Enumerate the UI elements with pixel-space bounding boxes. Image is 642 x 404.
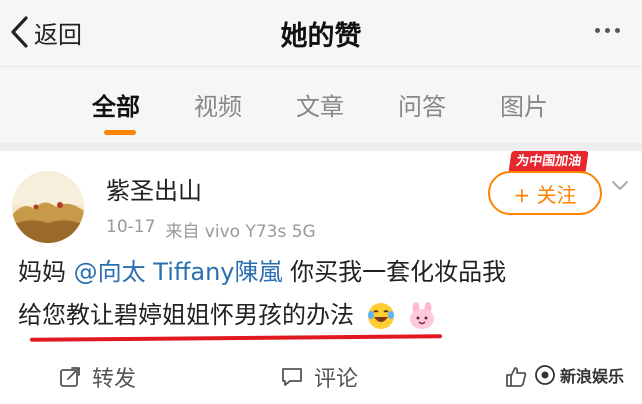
watermark-text: 新浪娱乐 [560,367,625,386]
share-icon [60,367,80,387]
comment-icon [282,368,302,386]
tab-articles[interactable]: 文章 [296,87,344,122]
repost-label: 转发 [92,367,137,392]
tab-images[interactable]: 图片 [500,87,548,122]
post-text-start: 妈妈 [18,258,74,286]
weibo-eye-logo-icon [535,365,555,385]
nav-header: 返回 她的赞 [0,0,642,67]
event-badge: 为中国加油 [508,151,589,173]
pink-bunny-emoji-icon [410,302,435,329]
avatar-image [12,171,84,243]
post-date: 10-17 [106,217,156,237]
thumbs-up-icon [506,367,527,387]
chevron-down-icon[interactable] [610,175,630,195]
post-text-line2: 给您教让碧婷姐姐怀男孩的办法 [18,301,354,329]
more-options-icon[interactable] [595,28,620,33]
tab-all[interactable]: 全部 [92,87,140,122]
laughing-tears-emoji-icon [367,303,394,329]
post-actions: 转发 评论 新浪娱乐 [0,351,642,404]
tab-qa[interactable]: 问答 [398,87,446,122]
mention-link[interactable]: @向太 Tiffany陳嵐 [74,258,283,286]
post-source: 来自 vivo Y73s 5G [165,222,316,242]
active-tab-indicator [104,130,136,135]
author-name[interactable]: 紫圣出山 [106,171,202,206]
page-title: 她的赞 [280,21,362,52]
post-meta: 10-17 来自 vivo Y73s 5G [106,217,316,242]
comment-label: 评论 [314,367,359,392]
post-text-line1-rest: 你买我一套化妆品我 [282,258,507,286]
post-text: 妈妈 @向太 Tiffany陳嵐 你买我一套化妆品我 给您教让碧婷姐姐怀男孩的办… [18,251,618,337]
comment-button[interactable]: 评论 [280,359,358,395]
tab-bar: 全部 视频 文章 问答 图片 [0,67,642,143]
follow-button[interactable]: + 关注 [488,171,602,215]
avatar[interactable] [12,171,84,243]
repost-button[interactable]: 转发 [58,359,136,395]
tab-video[interactable]: 视频 [194,87,242,122]
source-watermark: 新浪娱乐 [534,363,624,387]
section-divider [0,143,642,151]
like-button[interactable] [504,359,528,395]
liked-post-card: 紫圣出山 10-17 来自 vivo Y73s 5G 为中国加油 + 关注 妈妈… [0,151,642,404]
